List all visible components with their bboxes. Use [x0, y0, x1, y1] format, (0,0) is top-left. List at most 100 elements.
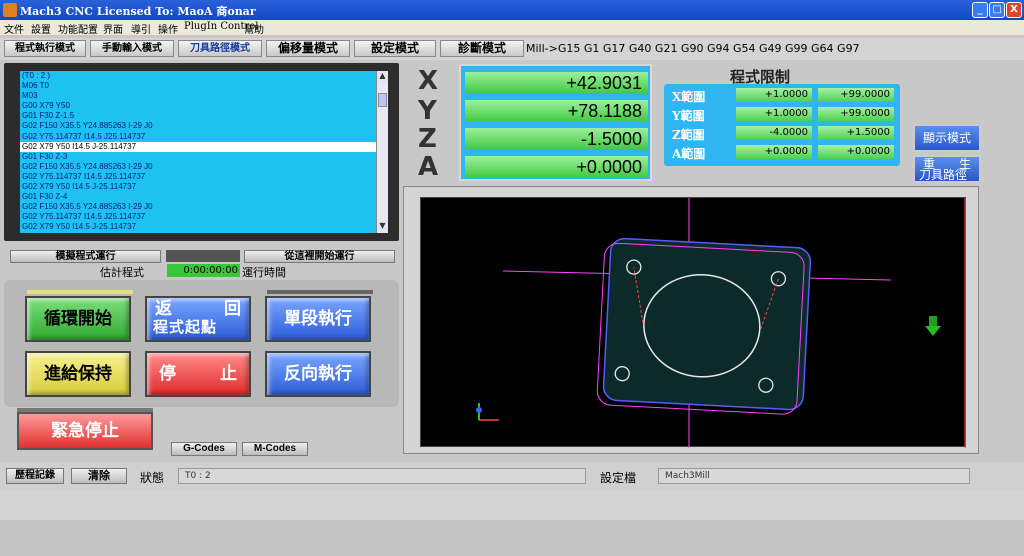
gcode-line[interactable]: G02 X79 Y50 I14.5 J-25.114737: [20, 182, 376, 192]
origin-z-marker: [476, 407, 482, 413]
gcode-line[interactable]: G02 F150 X35.5 Y24.885263 I-29 J0: [20, 202, 376, 212]
y-dro[interactable]: +78.1188: [465, 100, 648, 122]
stop-char-2: 止: [220, 364, 237, 384]
history-button[interactable]: 歷程記錄: [6, 468, 64, 484]
single-block-button[interactable]: 單段執行: [265, 296, 371, 342]
y-range-label: Y範圍: [672, 109, 705, 123]
y-max: +99.0000: [818, 107, 894, 121]
control-button-area: 循環開始 返 回 程式起點 單段執行 進給保持 停 止 反向執行: [4, 280, 399, 407]
gcode-line[interactable]: M06 T0: [20, 81, 376, 91]
x-range-label: X範圍: [672, 90, 706, 104]
part-outline: [602, 237, 812, 411]
y-min: +1.0000: [736, 107, 812, 121]
menu-function-config[interactable]: 功能配置: [58, 21, 98, 36]
cycle-start-led: [27, 290, 133, 294]
gcode-line[interactable]: G01 F30 Z-4: [20, 192, 376, 202]
estimate-label: 估計程式: [100, 266, 144, 279]
gcode-line[interactable]: G01 F30 Z-1.5: [20, 111, 376, 121]
profile-label: 設定檔: [600, 471, 637, 485]
profile-field: Mach3Mill: [658, 468, 970, 484]
simulate-program-button[interactable]: 模擬程式運行: [10, 250, 161, 263]
tab-mdi[interactable]: 手動輸入模式: [90, 40, 174, 57]
tab-diagnostics[interactable]: 診斷模式: [440, 40, 524, 57]
clear-button[interactable]: 清除: [71, 468, 127, 484]
tab-offsets[interactable]: 偏移量模式: [266, 40, 350, 57]
gcode-line[interactable]: G02 Y75.114737 I14.5 J25.114737: [20, 172, 376, 182]
status-field: T0 : 2: [178, 468, 586, 484]
stop-char-1: 停: [159, 364, 176, 384]
gcode-line[interactable]: (T0 : 2 ): [20, 71, 376, 81]
gcode-line[interactable]: G02 Y75.114737 I14.5 J25.114737: [20, 212, 376, 222]
x-max: +99.0000: [818, 88, 894, 102]
active-gcodes: Mill->G15 G1 G17 G40 G21 G90 G94 G54 G49…: [526, 42, 860, 55]
a-max: +0.0000: [818, 145, 894, 159]
z-axis-label: Z: [418, 124, 437, 154]
title-bar: Mach3 CNC Licensed To: MaoA 商onar _ □ X: [0, 0, 1024, 20]
status-bar: 歷程記錄 清除 狀態 T0 : 2 設定檔 Mach3Mill: [0, 462, 1024, 490]
a-axis-label: A: [418, 152, 439, 182]
scroll-up-icon[interactable]: ▲: [377, 71, 388, 83]
return-label: 程式起點: [153, 318, 218, 336]
tab-program-run[interactable]: 程式執行模式: [4, 40, 86, 57]
maximize-button[interactable]: □: [989, 2, 1005, 18]
close-button[interactable]: X: [1006, 2, 1022, 18]
limits-panel: X範圍 +1.0000 +99.0000 Y範圍 +1.0000 +99.000…: [664, 84, 900, 166]
scroll-thumb[interactable]: [378, 93, 387, 107]
mode-bar: 程式執行模式 手動輸入模式 刀具路徑模式 偏移量模式 設定模式 診斷模式 Mil…: [0, 38, 1024, 60]
gcode-line[interactable]: M03: [20, 91, 376, 101]
scroll-down-icon[interactable]: ▼: [377, 221, 388, 233]
gcode-line[interactable]: G00 X79 Y50: [20, 101, 376, 111]
gcode-line[interactable]: G02 X79 Y50 I14.5 J-25.114737: [20, 141, 376, 152]
menu-file[interactable]: 文件: [4, 21, 24, 36]
bottom-strip: [0, 490, 1024, 520]
y-axis-label: Y: [418, 96, 437, 126]
menu-help[interactable]: 幫助: [244, 21, 264, 36]
z-range-label: Z範圍: [672, 128, 705, 142]
tab-toolpath[interactable]: 刀具路徑模式: [178, 40, 262, 57]
a-min: +0.0000: [736, 145, 812, 159]
gcodes-button[interactable]: G-Codes: [171, 442, 237, 456]
feed-hold-button[interactable]: 進給保持: [25, 351, 131, 397]
toolpath-frame: [403, 186, 979, 454]
simulate-progress: [166, 250, 240, 262]
dro-panel: +42.9031 +78.1188 -1.5000 +0.0000: [459, 64, 652, 181]
single-block-led: [267, 290, 373, 294]
z-max: +1.5000: [818, 126, 894, 140]
minimize-button[interactable]: _: [972, 2, 988, 18]
gcode-list[interactable]: (T0 : 2 ) M06 T0 M03 G00 X79 Y50 G01 F30 Z-1…: [20, 71, 376, 233]
gcode-line[interactable]: G02 X79 Y50 I14.5 J-25.114737: [20, 222, 376, 232]
menu-operator[interactable]: 操作: [158, 21, 178, 36]
run-from-here-button[interactable]: 從這裡開始運行: [244, 250, 395, 263]
toolpath-canvas: [476, 198, 966, 448]
x-min: +1.0000: [736, 88, 812, 102]
toolpath-display[interactable]: [420, 197, 966, 448]
menu-config[interactable]: 設置: [31, 21, 51, 36]
menu-view[interactable]: 界面: [103, 21, 123, 36]
gcode-line[interactable]: G02 Y75.114737 I14.5 J25.114737: [20, 132, 376, 142]
menu-wizard[interactable]: 導引: [131, 21, 151, 36]
status-label: 狀態: [140, 471, 165, 485]
stop-button[interactable]: 停 止: [145, 351, 251, 397]
mcodes-button[interactable]: M-Codes: [242, 442, 308, 456]
regen-toolpath-button[interactable]: 重 生 刀具路徑: [913, 155, 981, 183]
reverse-run-button[interactable]: 反向執行: [265, 351, 371, 397]
bottom-panel: [0, 520, 1024, 556]
menu-bar: 文件 設置 功能配置 界面 導引 操作 PlugIn Control 幫助: [0, 20, 1024, 36]
tab-settings[interactable]: 設定模式: [354, 40, 436, 57]
x-dro[interactable]: +42.9031: [465, 72, 648, 94]
regen-label: 刀具路徑: [919, 168, 968, 182]
z-dro[interactable]: -1.5000: [465, 128, 648, 150]
display-mode-button[interactable]: 顯示模式: [913, 124, 981, 152]
return-char-2: 回: [224, 299, 241, 319]
a-dro[interactable]: +0.0000: [465, 156, 648, 178]
emergency-stop-button[interactable]: 緊急停止: [17, 412, 153, 450]
gcode-line[interactable]: G02 F150 X35.5 Y24.885263 I-29 J0: [20, 121, 376, 131]
gcode-line[interactable]: G02 F150 X35.5 Y24.885263 I-29 J0: [20, 162, 376, 172]
run-time-label: 運行時間: [242, 266, 286, 279]
x-axis-label: X: [418, 66, 439, 96]
return-to-start-button[interactable]: 返 回 程式起點: [145, 296, 251, 342]
gcode-line[interactable]: G01 F30 Z-3: [20, 152, 376, 162]
cycle-start-button[interactable]: 循環開始: [25, 296, 131, 342]
gcode-scrollbar[interactable]: ▲ ▼: [376, 71, 388, 233]
z-min: -4.0000: [736, 126, 812, 140]
